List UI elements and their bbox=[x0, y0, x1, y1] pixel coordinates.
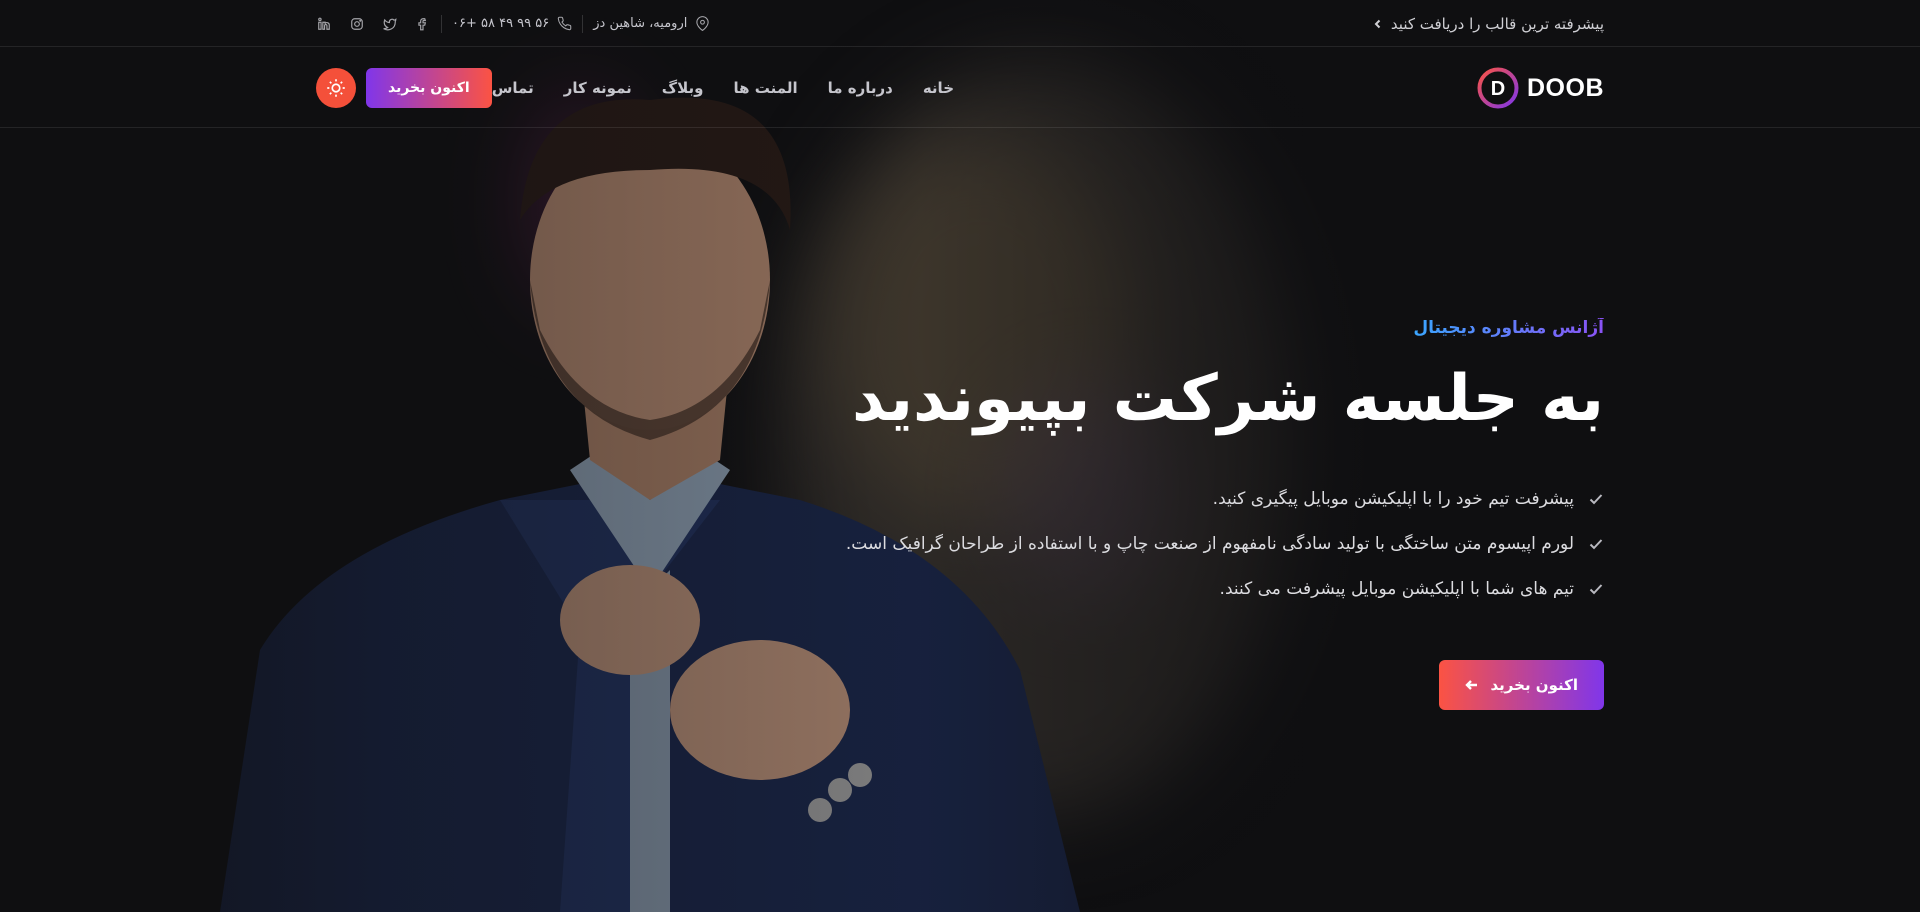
list-item: لورم اپیسوم متن ساختگی با تولید سادگی نا… bbox=[704, 521, 1604, 566]
nav-item-elements[interactable]: المنت ها bbox=[734, 79, 798, 97]
sun-icon bbox=[327, 79, 345, 97]
list-item: پیشرفت تیم خود را با اپلیکیشن موبایل پیگ… bbox=[704, 476, 1604, 521]
hero-buy-button[interactable]: اکنون بخرید bbox=[1438, 660, 1604, 710]
chevron-left-icon bbox=[1374, 19, 1381, 28]
arrow-left-icon bbox=[1464, 680, 1477, 690]
list-item: تیم های شما با اپلیکیشن موبایل پیشرفت می… bbox=[704, 566, 1604, 611]
instagram-icon[interactable] bbox=[349, 16, 365, 32]
check-icon bbox=[1589, 584, 1603, 595]
nav-item-blog[interactable]: وبلاگ bbox=[662, 79, 704, 97]
feature-list: پیشرفت تیم خود را با اپلیکیشن موبایل پیگ… bbox=[704, 476, 1604, 611]
feature-text: پیشرفت تیم خود را با اپلیکیشن موبایل پیگ… bbox=[1212, 488, 1574, 509]
main-nav: خانه درباره ما المنت ها وبلاگ نمونه کار … bbox=[492, 79, 954, 97]
main-header: اکنون بخرید خانه درباره ما المنت ها وبلا… bbox=[0, 48, 1920, 128]
svg-text:D: D bbox=[1491, 78, 1505, 100]
phone-icon bbox=[558, 16, 572, 31]
promo-link-label: پیشرفته ترین قالب را دریافت کنید bbox=[1390, 14, 1604, 33]
feature-text: لورم اپیسوم متن ساختگی با تولید سادگی نا… bbox=[845, 533, 1574, 554]
address-contact: ارومیه، شاهین دز bbox=[593, 16, 710, 31]
phone-number: ۰۶+ ۵۸ ۴۹ ۹۹ ۵۶ bbox=[452, 16, 550, 31]
check-icon bbox=[1589, 494, 1603, 505]
feature-text: تیم های شما با اپلیکیشن موبایل پیشرفت می… bbox=[1219, 578, 1574, 599]
check-icon bbox=[1589, 539, 1603, 550]
divider bbox=[441, 14, 442, 33]
divider bbox=[582, 14, 584, 33]
nav-item-portfolio[interactable]: نمونه کار bbox=[564, 79, 632, 97]
phone-contact[interactable]: ۰۶+ ۵۸ ۴۹ ۹۹ ۵۶ bbox=[452, 16, 572, 31]
nav-item-contact[interactable]: تماس bbox=[492, 79, 534, 97]
nav-item-home[interactable]: خانه bbox=[923, 79, 954, 97]
hero-headline: به جلسه شرکت بپیوندید bbox=[852, 362, 1604, 436]
header-buy-button[interactable]: اکنون بخرید bbox=[366, 68, 492, 108]
logo-mark-icon: D bbox=[1477, 67, 1519, 109]
theme-toggle-button[interactable] bbox=[316, 68, 356, 108]
social-links bbox=[316, 16, 431, 32]
linkedin-icon[interactable] bbox=[316, 16, 332, 32]
address-text: ارومیه، شاهین دز bbox=[593, 16, 688, 31]
nav-item-about[interactable]: درباره ما bbox=[828, 79, 893, 97]
twitter-icon[interactable] bbox=[382, 16, 398, 32]
top-bar: ۰۶+ ۵۸ ۴۹ ۹۹ ۵۶ ارومیه، شاهین دز پیشرفته… bbox=[0, 0, 1920, 47]
map-pin-icon bbox=[696, 16, 710, 31]
hero-eyebrow: آژانس مشاوره دیجیتال bbox=[1413, 318, 1604, 338]
promo-link[interactable]: پیشرفته ترین قالب را دریافت کنید bbox=[1373, 15, 1604, 33]
logo[interactable]: D DOOB bbox=[1477, 67, 1604, 109]
hero-buy-button-label: اکنون بخرید bbox=[1490, 676, 1579, 694]
facebook-icon[interactable] bbox=[415, 16, 431, 32]
hero-section: آژانس مشاوره دیجیتال به جلسه شرکت بپیوند… bbox=[704, 318, 1604, 710]
logo-text: DOOB bbox=[1527, 73, 1604, 102]
